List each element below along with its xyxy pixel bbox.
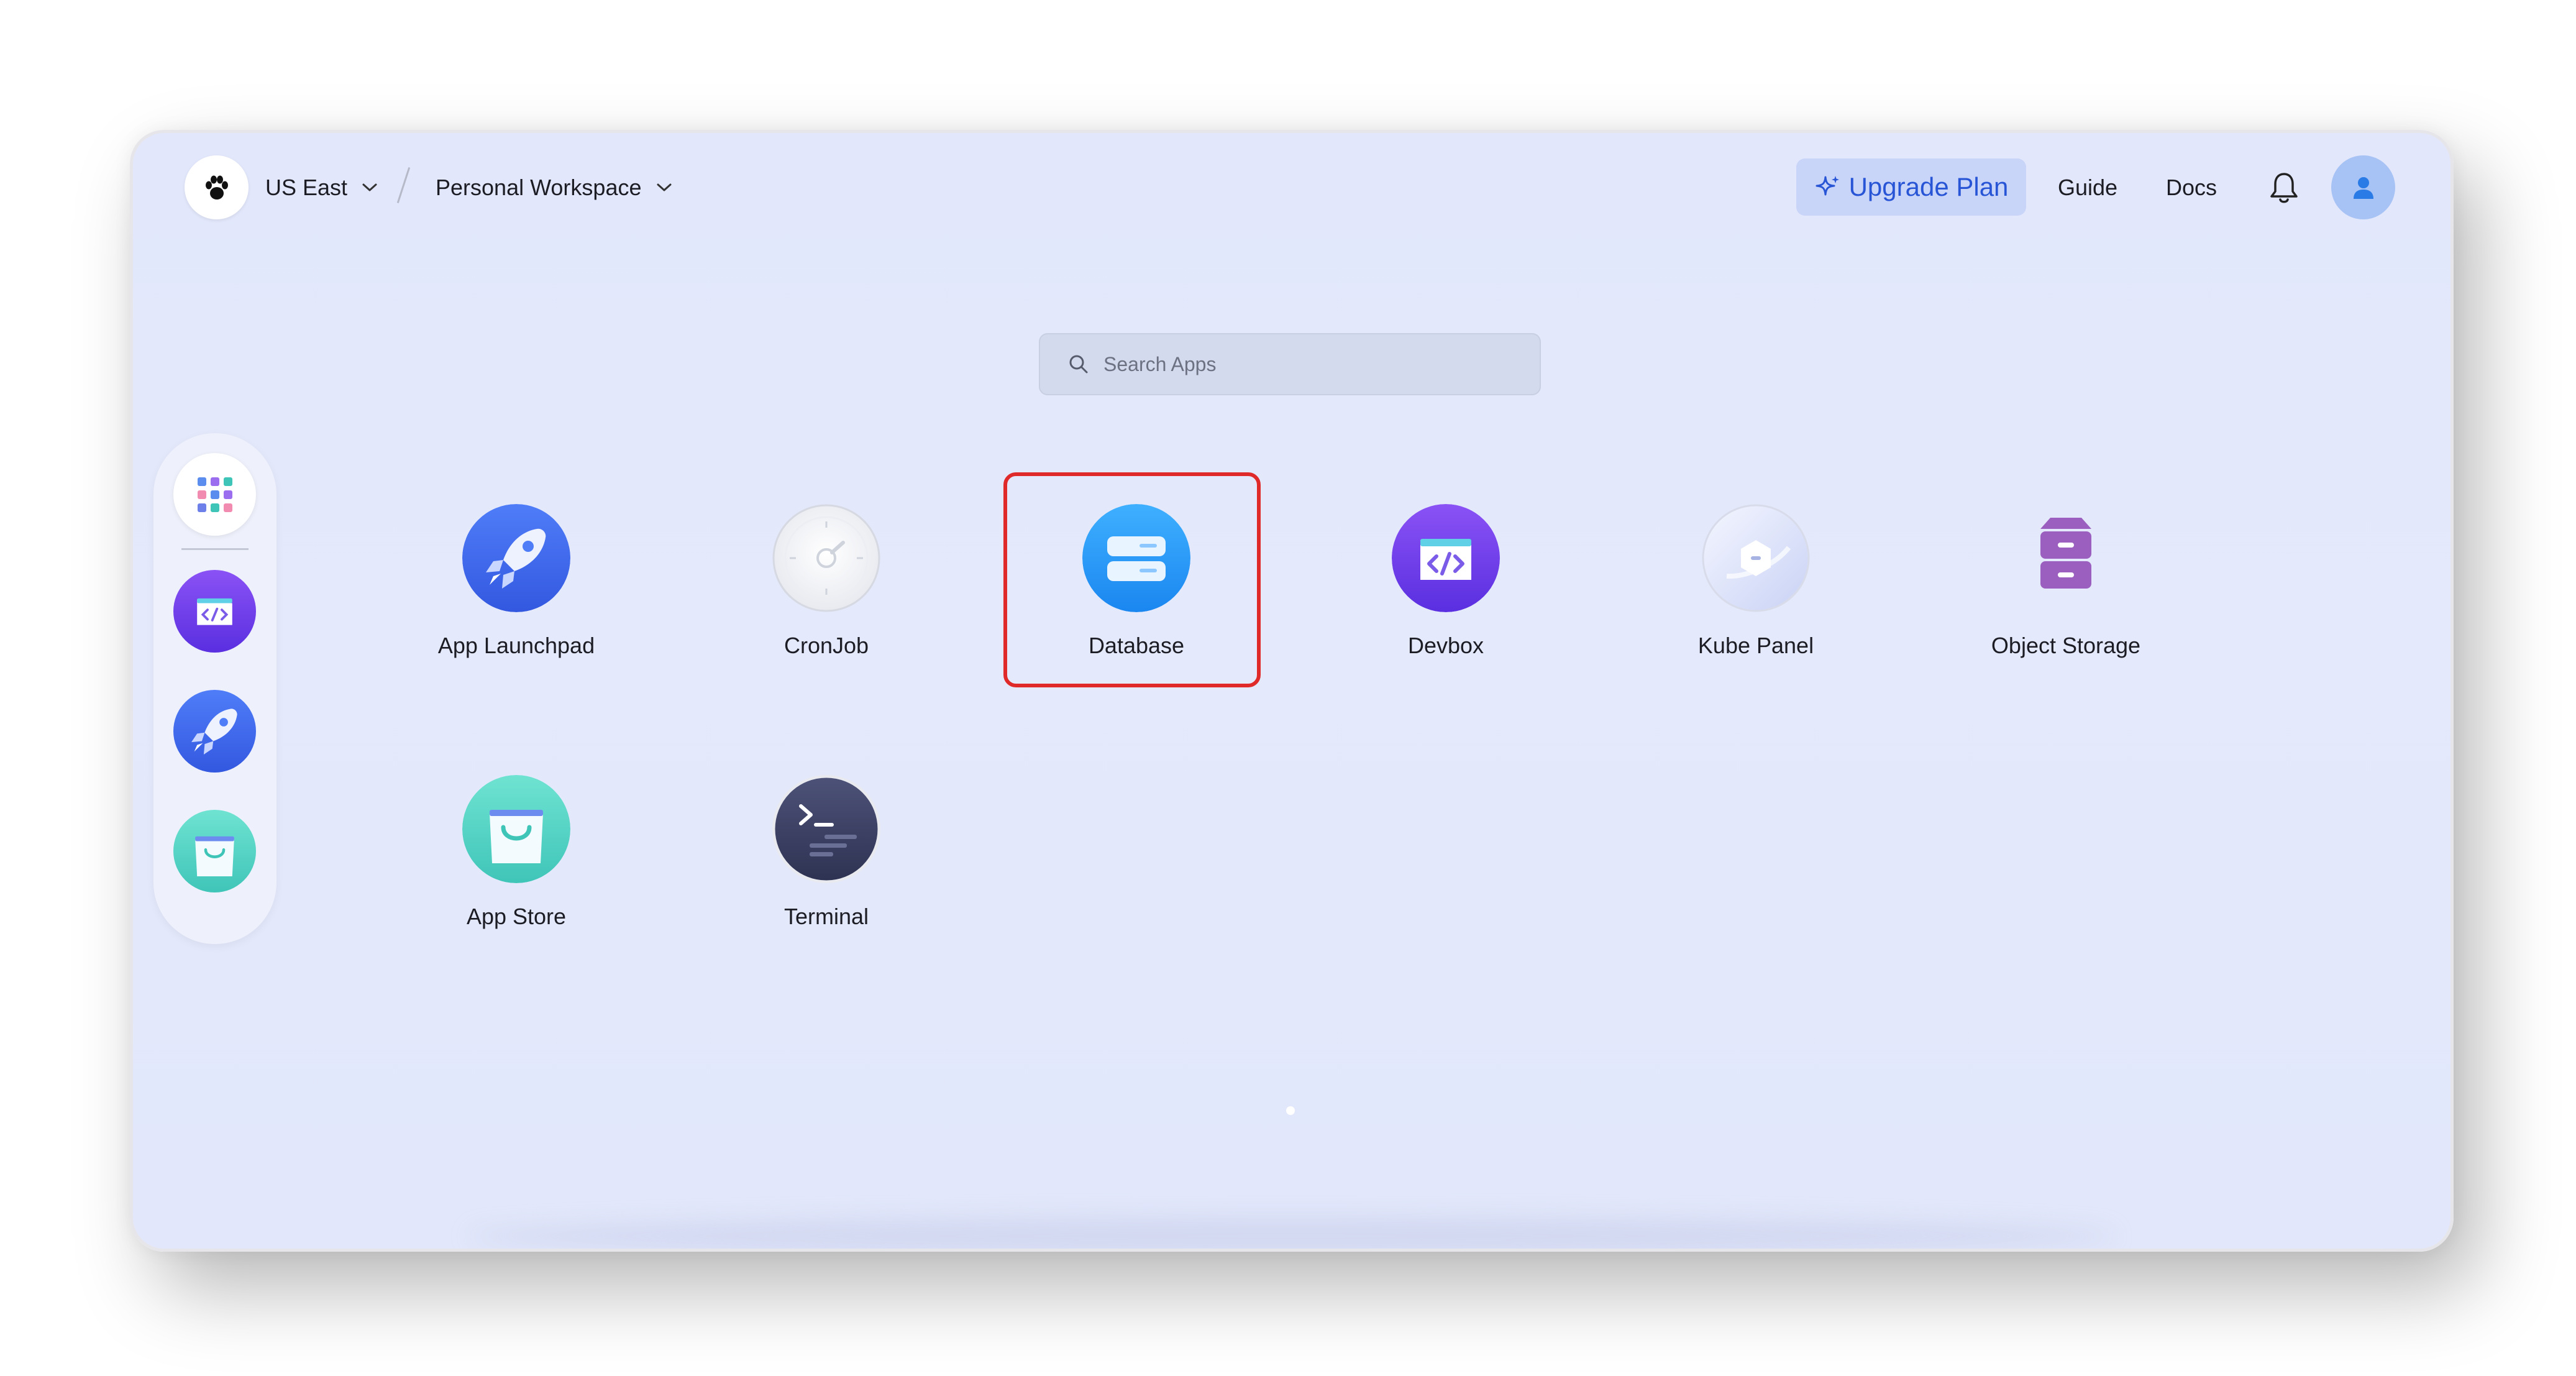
dock-apps-grid[interactable] [173, 453, 256, 536]
code-folder-icon [1392, 504, 1500, 612]
selection-highlight [1003, 472, 1261, 687]
chevron-down-icon [361, 182, 378, 193]
app-label: Object Storage [1991, 633, 2141, 658]
rocket-icon [462, 504, 570, 612]
shopping-bag-icon [173, 810, 256, 892]
docs-link[interactable]: Docs [2166, 173, 2217, 203]
clock-icon [772, 504, 880, 612]
app-label: Kube Panel [1697, 633, 1814, 658]
app-app-launchpad[interactable]: App Launchpad [414, 504, 619, 659]
hexagon-icon [1702, 504, 1810, 612]
side-dock [153, 433, 276, 944]
storage-drawers-icon [2012, 504, 2120, 612]
sparkle-icon [1816, 176, 1839, 196]
app-label: Devbox [1407, 633, 1484, 658]
paw-icon [205, 175, 228, 200]
search-input[interactable] [1102, 352, 1502, 377]
app-label: App Store [466, 904, 567, 929]
guide-link[interactable]: Guide [2058, 173, 2117, 203]
desktop-window: US East Personal Workspace Upgrade Plan … [130, 130, 2454, 1252]
dock-devbox[interactable] [173, 570, 256, 653]
shopping-bag-icon [462, 775, 570, 883]
app-label: App Launchpad [437, 633, 595, 658]
app-kube-panel[interactable]: Kube Panel [1653, 504, 1858, 659]
user-icon [2353, 177, 2373, 199]
upgrade-plan-button[interactable]: Upgrade Plan [1796, 158, 2026, 216]
workspace-selector[interactable]: Personal Workspace [436, 173, 673, 203]
app-object-storage[interactable]: Object Storage [1963, 504, 2168, 659]
app-app-store[interactable]: App Store [414, 775, 619, 930]
apps-grid-icon [197, 477, 232, 512]
search-bar[interactable] [1039, 333, 1541, 395]
dock-app-store[interactable] [173, 810, 256, 892]
workspace-label: Personal Workspace [436, 175, 642, 200]
app-cronjob[interactable]: CronJob [724, 504, 929, 659]
chevron-down-icon [655, 182, 673, 193]
notifications-bell-icon[interactable] [2268, 170, 2300, 205]
bottom-shadow [468, 1218, 2115, 1249]
region-selector[interactable]: US East [265, 173, 378, 203]
search-icon [1069, 355, 1088, 374]
brand-logo[interactable] [185, 155, 249, 219]
page-indicator-dot[interactable] [1286, 1106, 1295, 1115]
app-label: CronJob [783, 633, 869, 658]
breadcrumb-separator [396, 167, 411, 203]
rocket-icon [173, 690, 256, 773]
region-label: US East [265, 175, 348, 200]
user-avatar[interactable] [2331, 155, 2395, 219]
terminal-icon [772, 775, 880, 883]
app-terminal[interactable]: Terminal [724, 775, 929, 930]
dock-app-launchpad[interactable] [173, 690, 256, 773]
code-folder-icon [173, 570, 256, 653]
upgrade-plan-label: Upgrade Plan [1848, 172, 2009, 201]
app-label: Terminal [783, 904, 869, 929]
app-devbox[interactable]: Devbox [1343, 504, 1548, 659]
dock-separator [181, 548, 249, 550]
